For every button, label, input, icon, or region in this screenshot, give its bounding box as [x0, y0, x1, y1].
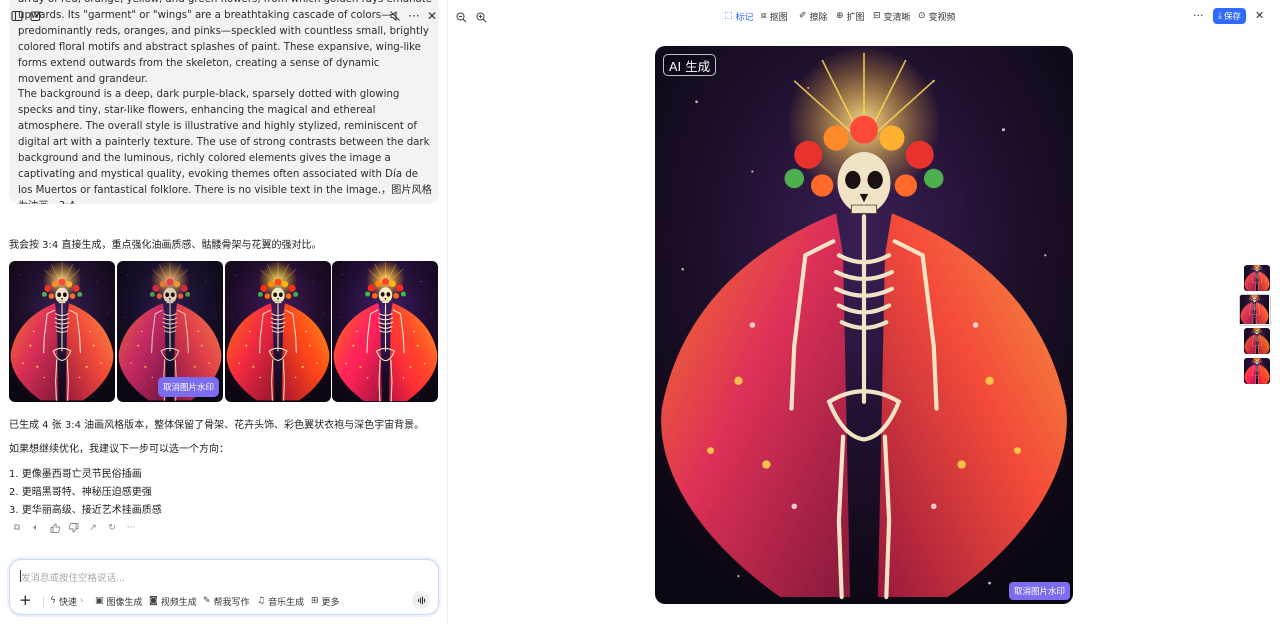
zoom-out-icon[interactable] [454, 10, 468, 24]
prompt-paragraph-2: The background is a deep, dark purple-bl… [18, 89, 432, 204]
writing-assist-button[interactable]: ✎ 帮我写作 [203, 594, 250, 608]
expand-icon: ⊕ [836, 11, 844, 21]
chevron-right-icon: › [79, 596, 84, 606]
more-tools-button[interactable]: ⊞ 更多 [311, 594, 340, 608]
quick-mode-label: 快速 [58, 597, 77, 608]
reply-intro: 我会按 3:4 直接生成，重点强化油画质感、骷髅骨架与花翼的强对比。 [9, 240, 322, 251]
eraser-icon: ✐ [799, 11, 807, 21]
image-icon: ▣ [95, 596, 104, 606]
tool-erase-label: 擦除 [809, 12, 828, 23]
sidebar-toggle-icon[interactable] [8, 7, 26, 25]
voice-input-icon[interactable] [412, 591, 430, 609]
generated-image-1[interactable] [9, 261, 115, 402]
cutout-icon: ⧈ [761, 11, 767, 21]
generated-image-4[interactable] [332, 261, 438, 402]
tool-mark-label: 标记 [735, 12, 754, 23]
suggestion-item-1: 1. 更像墨西哥亡灵节民俗插画 [9, 469, 142, 480]
more-tools-label: 更多 [321, 597, 340, 608]
video-generation-label: 视频生成 [160, 597, 197, 608]
video-icon: ⊙ [918, 11, 926, 21]
mute-icon[interactable] [386, 7, 404, 25]
hd-icon: ⊟ [873, 11, 881, 21]
side-thumbnail-4[interactable] [1244, 358, 1270, 384]
suggestion-item-3: 3. 更华丽高级、接近艺术挂画质感 [9, 505, 162, 516]
download-icon: ⤓ [1218, 11, 1222, 21]
composer-placeholder[interactable]: 发消息或按住空格说话... [21, 570, 125, 584]
tool-erase[interactable]: ✐ 擦除 [799, 9, 828, 23]
generation-summary: 已生成 4 张 3:4 油画风格版本，整体保留了骨架、花卉头饰、彩色翼状衣袍与深… [9, 420, 425, 431]
remove-watermark-button[interactable]: 取消图片水印 [158, 377, 219, 397]
share-icon[interactable]: ↗ [87, 522, 99, 534]
video-generation-button[interactable]: ◙ 视频生成 [149, 594, 197, 608]
chat-top-bar: ··· ✕ [0, 0, 448, 32]
preview-image[interactable]: AI 生成 取消图片水印 [655, 46, 1073, 604]
save-button[interactable]: ⤓ 保存 [1213, 8, 1246, 24]
suggestion-item-2: 2. 更暗黑哥特、神秘压迫感更强 [9, 487, 152, 498]
pen-icon: ✎ [203, 596, 211, 606]
new-chat-icon[interactable] [27, 7, 45, 25]
close-viewer-icon[interactable]: ✕ [1255, 9, 1264, 22]
writing-assist-label: 帮我写作 [213, 597, 250, 608]
chat-panel: array of red, orange, yellow, and green … [0, 0, 448, 624]
speaker-icon[interactable]: 🔈︎ [30, 522, 42, 534]
close-icon[interactable]: ✕ [423, 7, 441, 25]
tool-enhance-label: 变清晰 [883, 12, 911, 23]
side-thumbnail-2-selected[interactable] [1239, 294, 1271, 326]
zoom-in-icon[interactable] [474, 10, 488, 24]
save-label: 保存 [1223, 12, 1241, 22]
music-generation-label: 音乐生成 [268, 597, 305, 608]
video-icon: ◙ [149, 596, 158, 606]
grid-icon: ⊞ [311, 596, 319, 606]
divider [43, 596, 44, 608]
image-viewer-panel: ⬚ 标记 ⧈ 抠图 ✐ 擦除 ⊕ 扩图 ⊟ 变清晰 ⊙ 变视频 ··· ⤓ 保存… [448, 0, 1280, 624]
thumbs-up-icon[interactable] [49, 522, 61, 534]
tool-cutout[interactable]: ⧈ 抠图 [761, 9, 788, 23]
tool-cutout-label: 抠图 [769, 12, 788, 23]
generated-image-3[interactable] [225, 261, 331, 402]
selection-icon: ⬚ [724, 11, 733, 21]
more-icon[interactable]: ··· [1193, 9, 1204, 22]
more-icon[interactable]: ··· [405, 7, 423, 25]
remove-watermark-button[interactable]: 取消图片水印 [1009, 582, 1070, 600]
tool-mark[interactable]: ⬚ 标记 [724, 9, 754, 23]
lightning-icon: ϟ [50, 596, 56, 606]
generated-image-grid [9, 261, 439, 402]
tool-to-video-label: 变视频 [928, 12, 956, 23]
side-thumbnail-3[interactable] [1244, 328, 1270, 354]
message-composer[interactable]: 发消息或按住空格说话... + ϟ 快速 › ▣ 图像生成 ◙ 视频生成 ✎ 帮… [9, 559, 439, 615]
tool-enhance[interactable]: ⊟ 变清晰 [873, 9, 911, 23]
image-generation-button[interactable]: ▣ 图像生成 [95, 594, 143, 608]
music-generation-button[interactable]: ♫ 音乐生成 [257, 594, 304, 608]
music-note-icon: ♫ [257, 596, 266, 606]
quick-mode-button[interactable]: ϟ 快速 › [50, 594, 84, 608]
tool-expand[interactable]: ⊕ 扩图 [836, 9, 865, 23]
image-generation-label: 图像生成 [106, 597, 143, 608]
tool-expand-label: 扩图 [846, 12, 865, 23]
more-icon[interactable]: ··· [125, 522, 137, 534]
suggestion-intro: 如果想继续优化，我建议下一步可以选一个方向： [9, 444, 229, 455]
regenerate-icon[interactable]: ↻ [106, 522, 118, 534]
side-thumbnail-1[interactable] [1244, 265, 1270, 291]
ai-generated-badge: AI 生成 [663, 54, 717, 76]
copy-icon[interactable]: ⧉ [11, 522, 23, 534]
viewer-toolbar: ⬚ 标记 ⧈ 抠图 ✐ 擦除 ⊕ 扩图 ⊟ 变清晰 ⊙ 变视频 ··· ⤓ 保存… [448, 0, 1280, 32]
thumbs-down-icon[interactable] [68, 522, 80, 534]
attach-plus-icon[interactable]: + [19, 591, 32, 609]
tool-to-video[interactable]: ⊙ 变视频 [918, 9, 956, 23]
